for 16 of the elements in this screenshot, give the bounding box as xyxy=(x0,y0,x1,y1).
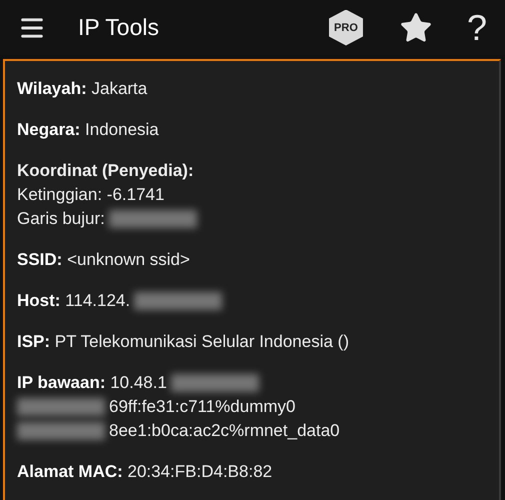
info-text: SSID: <unknown ssid> xyxy=(17,250,190,270)
info-text: Ketinggian: -6.1741 xyxy=(17,185,164,205)
info-text: ISP: PT Telekomunikasi Selular Indonesia () xyxy=(17,332,349,352)
star-icon[interactable] xyxy=(398,10,433,44)
info-text: Wilayah: Jakarta xyxy=(17,79,148,99)
info-text: 69ff:fe31:c711%dummy0 xyxy=(109,397,296,417)
info-text: Negara: Indonesia xyxy=(17,120,159,140)
info-text: Alamat MAC: 20:34:FB:D4:B8:82 xyxy=(17,462,272,482)
section-heading: Koordinat (Penyedia): xyxy=(17,161,194,181)
app-title: IP Tools xyxy=(78,14,160,41)
info-text: 8ee1:b0ca:ac2c%rmnet_data0 xyxy=(109,421,340,441)
pro-badge[interactable]: PRO xyxy=(328,10,363,46)
info-text: Host: 114.124. xyxy=(17,291,130,311)
help-button[interactable]: ? xyxy=(466,10,487,46)
info-text: Garis bujur: xyxy=(17,209,105,229)
info-text: IP bawaan: 10.48.1 xyxy=(17,373,167,393)
